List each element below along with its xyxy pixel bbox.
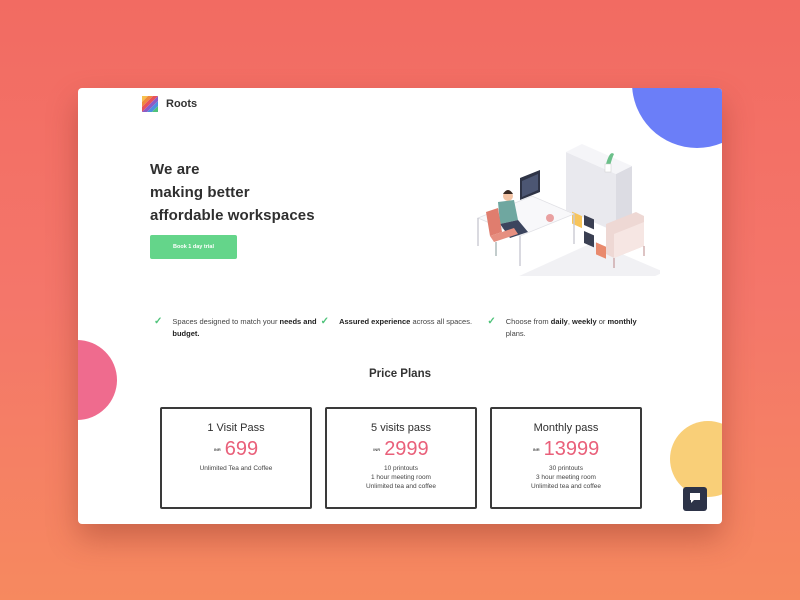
decorative-pink-circle	[78, 340, 117, 420]
features-list: ✓ Spaces designed to match your needs an…	[154, 316, 654, 340]
currency-label: INR	[213, 446, 221, 452]
plan-features: Unlimited Tea and Coffee	[162, 464, 310, 473]
currency-label: INR	[532, 446, 540, 452]
plan-price: INR 699	[162, 438, 310, 460]
check-icon: ✓	[154, 316, 163, 327]
plan-feature-line: 30 printouts	[549, 465, 583, 472]
brand-home-link[interactable]: Roots	[142, 96, 197, 112]
feature-item: ✓ Choose from daily, weekly or monthly p…	[487, 316, 654, 340]
chat-button[interactable]	[683, 487, 707, 511]
plan-feature-line: Unlimited Tea and Coffee	[199, 465, 273, 472]
hero-title-line: affordable workspaces	[150, 207, 315, 224]
plan-name: 1 Visit Pass	[207, 422, 265, 434]
plan-feature-line: Unlimited tea and coffee	[366, 483, 436, 490]
feature-item: ✓ Spaces designed to match your needs an…	[154, 316, 321, 340]
workspace-illustration	[474, 142, 664, 322]
plan-price: INR 2999	[327, 438, 475, 460]
plan-feature-line: Unlimited tea and coffee	[531, 483, 601, 490]
chat-bubble-icon	[689, 492, 701, 507]
price-plans-title: Price Plans	[368, 368, 431, 380]
plan-card-5-visits[interactable]: 5 visits pass INR 2999 10 printouts 1 ho…	[325, 407, 477, 509]
feature-text-segment: or	[596, 317, 608, 326]
brand-name: Roots	[166, 98, 198, 110]
check-icon: ✓	[320, 316, 330, 327]
landing-page-card: Roots We are making better affordable wo…	[78, 88, 722, 524]
currency-label: INR	[373, 446, 381, 452]
plan-card-monthly[interactable]: Monthly pass INR 13999 30 printouts 3 ho…	[490, 407, 642, 509]
plan-feature-line: 10 printouts	[384, 465, 418, 472]
decorative-blue-circle	[632, 88, 722, 148]
feature-text-segment: across all spaces.	[410, 317, 473, 326]
hero-title: We are making better affordable workspac…	[150, 158, 315, 227]
feature-text-segment: plans.	[505, 329, 526, 338]
plan-name: Monthly pass	[533, 422, 599, 434]
plan-feature-line: 1 hour meeting room	[371, 474, 431, 481]
price-amount: 2999	[384, 438, 429, 460]
book-trial-button[interactable]: Book 1 day trial	[150, 235, 237, 259]
plan-price: INR 13999	[492, 438, 640, 460]
plan-card-1-visit[interactable]: 1 Visit Pass INR 699 Unlimited Tea and C…	[160, 407, 312, 509]
feature-text-segment: Choose from	[505, 317, 551, 326]
price-plans-list: 1 Visit Pass INR 699 Unlimited Tea and C…	[160, 407, 642, 509]
plan-name: 5 visits pass	[371, 422, 431, 434]
feature-item: ✓ Assured experience across all spaces.	[321, 316, 488, 340]
feature-text-emphasis: daily	[550, 317, 568, 326]
feature-text: Choose from daily, weekly or monthly pla…	[506, 316, 654, 340]
feature-text: Assured experience across all spaces.	[339, 316, 472, 340]
plan-features: 10 printouts 1 hour meeting room Unlimit…	[327, 464, 475, 491]
feature-text-segment: Spaces designed to match your	[172, 317, 280, 326]
plan-features: 30 printouts 3 hour meeting room Unlimit…	[492, 464, 640, 491]
plan-feature-line: 3 hour meeting room	[536, 474, 596, 481]
decorative-yellow-circle	[670, 421, 722, 497]
price-amount: 699	[224, 438, 259, 460]
feature-text-emphasis: Assured experience	[339, 317, 411, 326]
hero-title-line: making better	[150, 184, 250, 201]
feature-text-emphasis: monthly	[607, 317, 637, 326]
feature-text: Spaces designed to match your needs and …	[172, 316, 320, 340]
hero-title-line: We are	[150, 161, 200, 178]
check-icon: ✓	[487, 316, 496, 327]
price-amount: 13999	[543, 438, 600, 460]
feature-text-emphasis: weekly	[572, 317, 597, 326]
roots-logo-icon	[142, 96, 158, 112]
